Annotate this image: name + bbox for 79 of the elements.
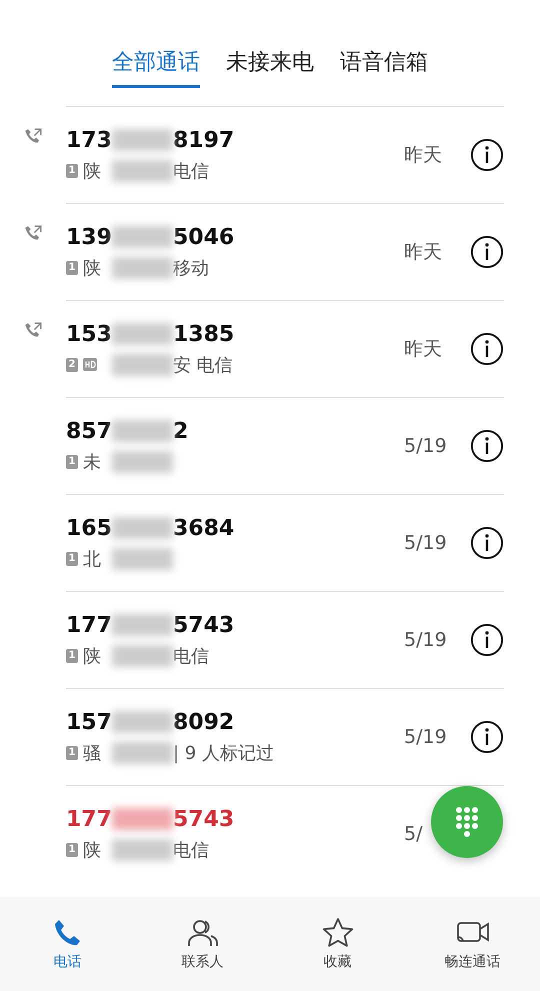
tab[interactable]: 未接来电	[226, 44, 314, 88]
phone-number-start: 857	[66, 418, 112, 444]
phone-number-end: 5743	[173, 806, 234, 832]
location-start: 骚	[83, 742, 101, 764]
location-end: 电信	[173, 160, 209, 182]
location-start: 陕	[83, 160, 101, 182]
call-date: 昨天	[404, 337, 443, 362]
nav-tab[interactable]: 联系人	[148, 916, 258, 972]
phone-number-end: 5046	[173, 224, 234, 250]
location-start: 陕	[83, 256, 101, 280]
blurred-region	[112, 838, 173, 860]
phone-number-end: 8197	[173, 128, 234, 152]
blurred-region	[112, 323, 173, 345]
phone-number-start: 177	[66, 612, 112, 638]
hd-icon	[83, 358, 97, 371]
call-date: 5/19	[404, 629, 448, 651]
blurred-region	[112, 226, 173, 248]
tab[interactable]: 语音信箱	[340, 44, 428, 88]
info-icon[interactable]	[470, 526, 504, 560]
nav-tab[interactable]: 收藏	[282, 916, 392, 972]
blurred-region	[112, 420, 173, 442]
contacts-icon	[186, 917, 218, 949]
location-end: | 9 人标记过	[173, 742, 274, 764]
info-icon[interactable]	[470, 138, 504, 172]
call-date: 5/19	[404, 726, 448, 748]
tab[interactable]: 全部通话	[112, 44, 200, 88]
sim-badge: 2	[66, 358, 78, 372]
nav-tab[interactable]: 电话	[12, 916, 122, 972]
call-date: 5/19	[404, 532, 448, 554]
location-start: 北	[83, 548, 101, 570]
dialpad-button[interactable]	[431, 786, 503, 858]
location-end: 电信	[173, 838, 209, 862]
location-start: 陕	[83, 644, 101, 668]
info-icon[interactable]	[470, 332, 504, 366]
sim-badge: 1	[66, 648, 78, 662]
phone-number-start: 173	[66, 128, 112, 152]
info-icon[interactable]	[470, 429, 504, 463]
sim-badge: 1	[66, 260, 78, 274]
phone-number-start: 157	[66, 710, 112, 734]
sim-badge: 1	[66, 164, 78, 178]
blurred-region	[112, 711, 173, 733]
location-end: 移动	[173, 256, 209, 280]
blurred-region	[112, 644, 173, 666]
blurred-region	[112, 256, 173, 278]
phone-number-end: 2	[173, 418, 188, 444]
blurred-region	[112, 354, 173, 376]
sim-badge: 1	[66, 552, 78, 566]
sim-badge: 1	[66, 746, 78, 760]
phone-number-start: 139	[66, 224, 112, 250]
phone-number-end: 5743	[173, 612, 234, 638]
blurred-region	[112, 614, 173, 636]
location-start: 未	[83, 450, 101, 474]
sim-badge: 1	[66, 842, 78, 856]
info-icon[interactable]	[470, 720, 504, 754]
call-date: 昨天	[404, 143, 443, 168]
blurred-region	[112, 160, 173, 182]
location-end: 电信	[173, 644, 209, 668]
call-date: 昨天	[404, 240, 443, 265]
blurred-region	[112, 548, 173, 570]
phone-number-end: 8092	[173, 710, 234, 734]
blurred-region	[112, 129, 173, 151]
info-icon[interactable]	[470, 235, 504, 269]
call-date: 5/	[404, 823, 424, 845]
phone-number-start: 165	[66, 516, 112, 540]
sim-badge: 1	[66, 454, 78, 468]
location-end: 安 电信	[173, 354, 233, 376]
phone-number-end: 1385	[173, 322, 234, 346]
blurred-region	[112, 742, 173, 764]
star-icon	[322, 917, 354, 949]
info-icon[interactable]	[470, 623, 504, 657]
blurred-region	[112, 517, 173, 539]
nav-tab[interactable]: 畅连通话	[418, 916, 528, 972]
call-date: 5/19	[404, 435, 448, 457]
phone-number-start: 153	[66, 322, 112, 346]
phone-number-start: 177	[66, 806, 112, 832]
blurred-region	[112, 450, 173, 472]
phone-number-end: 3684	[173, 516, 234, 540]
location-start: 陕	[83, 838, 101, 862]
blurred-region	[112, 808, 173, 830]
